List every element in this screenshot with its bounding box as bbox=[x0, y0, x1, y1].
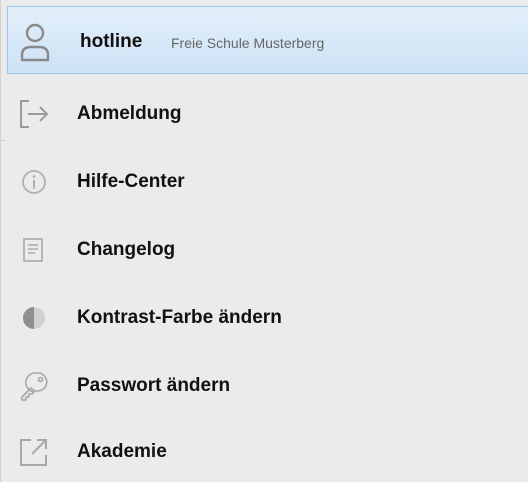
menu-item-label: Hilfe-Center bbox=[77, 171, 185, 192]
external-link-icon bbox=[18, 436, 50, 468]
menu-item-logout[interactable]: Abmeldung bbox=[1, 84, 528, 144]
info-icon bbox=[18, 166, 50, 198]
user-header[interactable]: hotline Freie Schule Musterberg bbox=[7, 6, 528, 74]
username: hotline bbox=[80, 31, 143, 52]
key-icon bbox=[18, 370, 50, 402]
organization-name: Freie Schule Musterberg bbox=[171, 35, 325, 51]
menu-item-change-password[interactable]: Passwort ändern bbox=[1, 356, 528, 416]
menu-item-help-center[interactable]: Hilfe-Center bbox=[1, 152, 528, 212]
document-icon bbox=[18, 234, 50, 266]
user-menu: hotline Freie Schule Musterberg Abmeldun… bbox=[0, 0, 528, 482]
menu-item-label: Kontrast-Farbe ändern bbox=[77, 307, 282, 328]
menu-item-academy[interactable]: Akademie bbox=[1, 422, 528, 482]
menu-item-label: Akademie bbox=[77, 441, 167, 462]
menu-item-contrast[interactable]: Kontrast-Farbe ändern bbox=[1, 288, 528, 348]
menu-item-label: Passwort ändern bbox=[77, 375, 231, 396]
menu-item-changelog[interactable]: Changelog bbox=[1, 220, 528, 280]
menu-item-label: Changelog bbox=[77, 239, 176, 260]
contrast-icon bbox=[18, 302, 50, 334]
menu-item-label: Abmeldung bbox=[77, 103, 182, 124]
user-icon bbox=[19, 22, 51, 62]
logout-icon bbox=[18, 98, 50, 130]
